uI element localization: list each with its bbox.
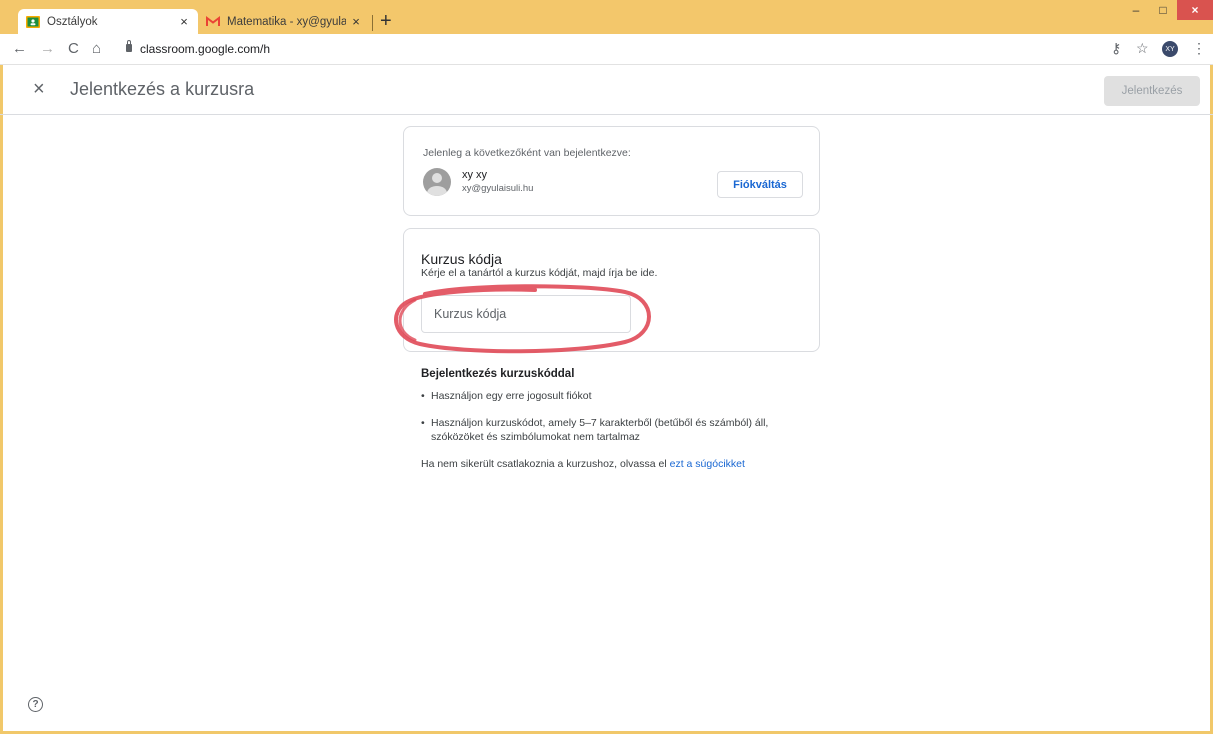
new-tab-button[interactable]: +	[380, 10, 392, 32]
tab-title: Matematika - xy@gyulaisuli.hu -	[227, 15, 346, 28]
minimize-button[interactable]: –	[1123, 0, 1149, 20]
help-icon[interactable]: ?	[28, 697, 43, 712]
back-icon[interactable]: ←	[12, 40, 27, 58]
tab-close-icon[interactable]: ×	[350, 14, 362, 29]
user-name: xy xy	[462, 169, 488, 181]
help-article-link[interactable]: ezt a súgócikket	[670, 458, 745, 470]
tab-title: Osztályok	[47, 15, 98, 28]
profile-avatar[interactable]: XY	[1162, 41, 1178, 57]
lock-icon	[126, 40, 132, 52]
menu-icon[interactable]: ⋮	[1192, 40, 1206, 57]
tab-matematika[interactable]: Matematika - xy@gyulaisuli.hu - ×	[198, 9, 370, 34]
page-title: Jelentkezés a kurzusra	[70, 79, 255, 99]
list-item: • Használjon kurzuskódot, amely 5–7 karak…	[421, 417, 769, 443]
tab-osztalyok[interactable]: Osztályok ×	[18, 9, 198, 34]
join-button[interactable]: Jelentkezés	[1104, 76, 1200, 106]
tab-strip: Osztályok × Matematika - xy@gyulaisuli.h…	[0, 0, 1213, 34]
help-title: Bejelentkezés kurzuskóddal	[421, 368, 575, 380]
course-code-title: Kurzus kódja	[421, 251, 502, 267]
account-card: Jelenleg a következőként van bejelentkez…	[403, 126, 820, 216]
app-header: × Jelentkezés a kurzusra Jelentkezés	[0, 65, 1213, 115]
course-code-input[interactable]	[421, 295, 631, 333]
list-item: • Használjon egy erre jogosult fiókot	[421, 390, 592, 402]
key-icon[interactable]: ⚷	[1111, 40, 1121, 57]
help-footer: Ha nem sikerült csatlakoznia a kurzushoz…	[421, 458, 745, 470]
address-bar[interactable]: classroom.google.com/h	[140, 42, 270, 56]
account-caption: Jelenleg a következőként van bejelentkez…	[423, 147, 631, 159]
course-code-instructions: Kérje el a tanártól a kurzus kódját, maj…	[421, 267, 658, 279]
gmail-icon	[206, 15, 220, 29]
star-icon[interactable]: ☆	[1136, 40, 1149, 57]
home-icon[interactable]: ⌂	[92, 40, 101, 58]
browser-toolbar: ← → C ⌂ classroom.google.com/h ⚷ ☆ ⋮	[0, 34, 1213, 65]
tab-close-icon[interactable]: ×	[178, 14, 190, 29]
avatar	[423, 168, 451, 196]
user-email: xy@gyulaisuli.hu	[462, 183, 534, 194]
course-code-card: Kurzus kódja Kérje el a tanártól a kurzu…	[403, 228, 820, 352]
close-icon[interactable]: ×	[33, 78, 45, 101]
tab-separator	[372, 15, 373, 31]
switch-account-button[interactable]: Fiókváltás	[717, 171, 803, 198]
close-window-button[interactable]: ×	[1177, 0, 1213, 20]
classroom-icon	[26, 15, 40, 29]
forward-icon[interactable]: →	[40, 40, 55, 58]
maximize-button[interactable]: □	[1150, 0, 1176, 20]
reload-icon[interactable]: C	[68, 40, 79, 58]
